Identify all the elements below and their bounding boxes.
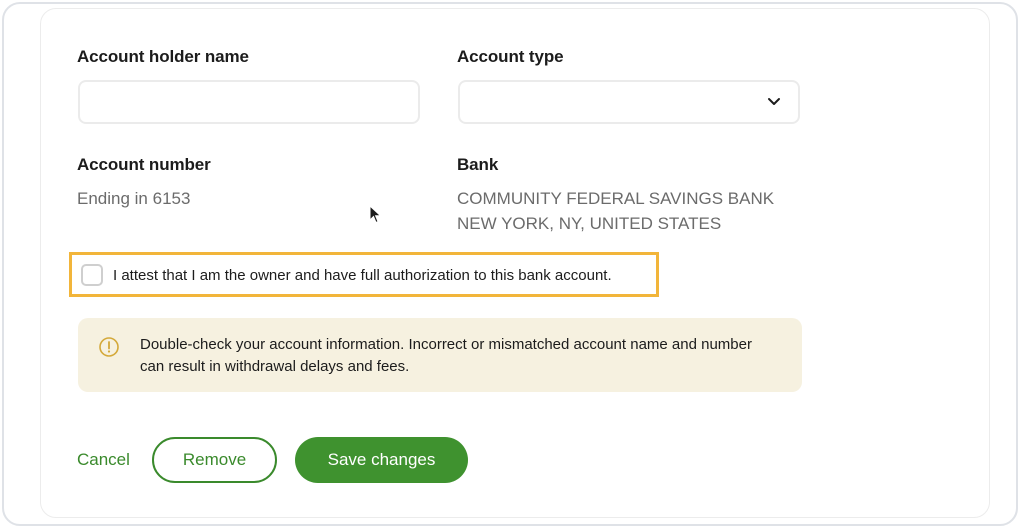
remove-button[interactable]: Remove xyxy=(152,437,277,483)
save-changes-button[interactable]: Save changes xyxy=(295,437,468,483)
holder-name-input[interactable] xyxy=(78,80,420,124)
bank-label: Bank xyxy=(457,155,499,174)
bank-name: COMMUNITY FEDERAL SAVINGS BANK xyxy=(457,189,775,208)
account-number-label: Account number xyxy=(77,155,211,174)
chevron-down-icon xyxy=(768,98,780,105)
cancel-link[interactable]: Cancel xyxy=(77,450,130,470)
bank-location: NEW YORK, NY, UNITED STATES xyxy=(457,214,722,233)
attestation-text: I attest that I am the owner and have fu… xyxy=(113,267,612,284)
warning-notice-text: Double-check your account information. I… xyxy=(140,336,752,375)
account-type-label: Account type xyxy=(457,47,564,66)
attestation-highlight: I attest that I am the owner and have fu… xyxy=(69,252,659,297)
account-number-value: Ending in 6153 xyxy=(77,189,191,208)
warning-notice: Double-check your account information. I… xyxy=(78,318,802,392)
holder-name-label: Account holder name xyxy=(77,47,249,66)
attestation-checkbox[interactable] xyxy=(81,264,103,286)
mouse-cursor-icon xyxy=(369,205,382,224)
account-type-select[interactable] xyxy=(458,80,800,124)
warning-circle-icon xyxy=(99,337,119,357)
